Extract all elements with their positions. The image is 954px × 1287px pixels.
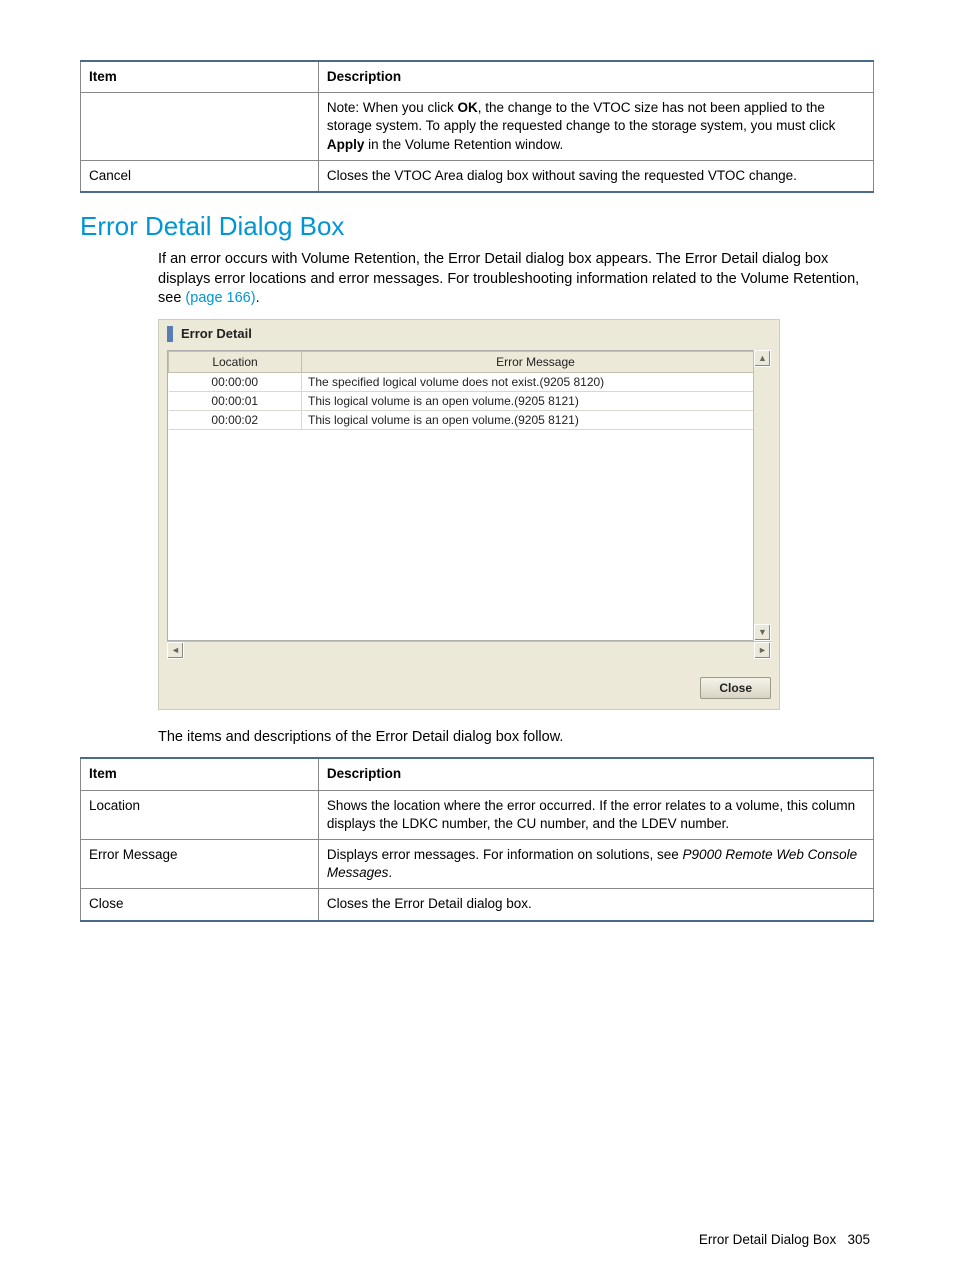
table-row[interactable]: 00:00:02 This logical volume is an open …	[169, 410, 770, 429]
cell-desc: Displays error messages. For information…	[318, 840, 873, 889]
th-desc: Description	[318, 758, 873, 790]
scroll-left-icon[interactable]: ◄	[167, 642, 184, 659]
table-vtoc-continued: Item Description Note: When you click OK…	[80, 60, 874, 193]
title-mark-icon	[167, 326, 173, 342]
bold-apply: Apply	[327, 137, 365, 152]
cell-desc: Closes the VTOC Area dialog box without …	[318, 160, 873, 192]
text: Displays error messages. For information…	[327, 847, 683, 862]
grid-empty-area	[168, 430, 770, 640]
cell-item: Close	[81, 889, 319, 921]
table-row[interactable]: 00:00:01 This logical volume is an open …	[169, 391, 770, 410]
cell-location: 00:00:00	[169, 372, 302, 391]
link-page-166[interactable]: (page 166)	[185, 290, 255, 306]
cell-desc: Shows the location where the error occur…	[318, 790, 873, 839]
vertical-scrollbar[interactable]: ▲ ▼	[753, 350, 771, 641]
heading-error-detail: Error Detail Dialog Box	[80, 211, 874, 242]
table-error-detail-items: Item Description Location Shows the loca…	[80, 757, 874, 921]
table-row: Note: When you click OK, the change to t…	[81, 93, 874, 161]
text: Note: When you click	[327, 100, 458, 115]
cell-message: The specified logical volume does not ex…	[302, 372, 770, 391]
page-footer: Error Detail Dialog Box 305	[80, 1232, 874, 1247]
table-row: Location Error Message	[169, 351, 770, 372]
horizontal-scrollbar[interactable]: ◄ ►	[167, 641, 771, 659]
table-row: Close Closes the Error Detail dialog box…	[81, 889, 874, 921]
table-row[interactable]: 00:00:00 The specified logical volume do…	[169, 372, 770, 391]
table-row: Location Shows the location where the er…	[81, 790, 874, 839]
intro-paragraph: If an error occurs with Volume Retention…	[158, 250, 874, 309]
close-button[interactable]: Close	[700, 677, 771, 699]
th-location[interactable]: Location	[169, 351, 302, 372]
cell-desc: Note: When you click OK, the change to t…	[318, 93, 873, 161]
table-row: Item Description	[81, 758, 874, 790]
th-item: Item	[81, 61, 319, 93]
cell-desc: Closes the Error Detail dialog box.	[318, 889, 873, 921]
table-row: Error Message Displays error messages. F…	[81, 840, 874, 889]
dialog-button-row: Close	[159, 667, 779, 709]
text: If an error occurs with Volume Retention…	[158, 251, 859, 306]
table-row: Item Description	[81, 61, 874, 93]
cell-item	[81, 93, 319, 161]
text: in the Volume Retention window.	[364, 137, 563, 152]
cell-message: This logical volume is an open volume.(9…	[302, 391, 770, 410]
cell-item: Error Message	[81, 840, 319, 889]
th-error-message[interactable]: Error Message	[302, 351, 770, 372]
footer-page-number: 305	[847, 1232, 870, 1247]
cell-message: This logical volume is an open volume.(9…	[302, 410, 770, 429]
error-list-area: Location Error Message 00:00:00 The spec…	[167, 350, 771, 659]
scroll-right-icon[interactable]: ►	[754, 642, 771, 659]
dialog-titlebar: Error Detail	[159, 320, 779, 350]
cell-location: 00:00:02	[169, 410, 302, 429]
th-desc: Description	[318, 61, 873, 93]
error-grid: Location Error Message 00:00:00 The spec…	[168, 351, 770, 430]
text: .	[388, 865, 392, 880]
th-item: Item	[81, 758, 319, 790]
table-intro-text: The items and descriptions of the Error …	[158, 728, 874, 748]
bold-ok: OK	[457, 100, 477, 115]
cell-location: 00:00:01	[169, 391, 302, 410]
dialog-title: Error Detail	[181, 326, 252, 341]
table-row: Cancel Closes the VTOC Area dialog box w…	[81, 160, 874, 192]
cell-item: Location	[81, 790, 319, 839]
text: .	[256, 290, 260, 306]
footer-title: Error Detail Dialog Box	[699, 1232, 836, 1247]
scroll-down-icon[interactable]: ▼	[754, 624, 771, 641]
error-detail-dialog: Error Detail Location Error Message 00:0…	[158, 319, 780, 710]
scroll-up-icon[interactable]: ▲	[754, 350, 771, 367]
cell-item: Cancel	[81, 160, 319, 192]
